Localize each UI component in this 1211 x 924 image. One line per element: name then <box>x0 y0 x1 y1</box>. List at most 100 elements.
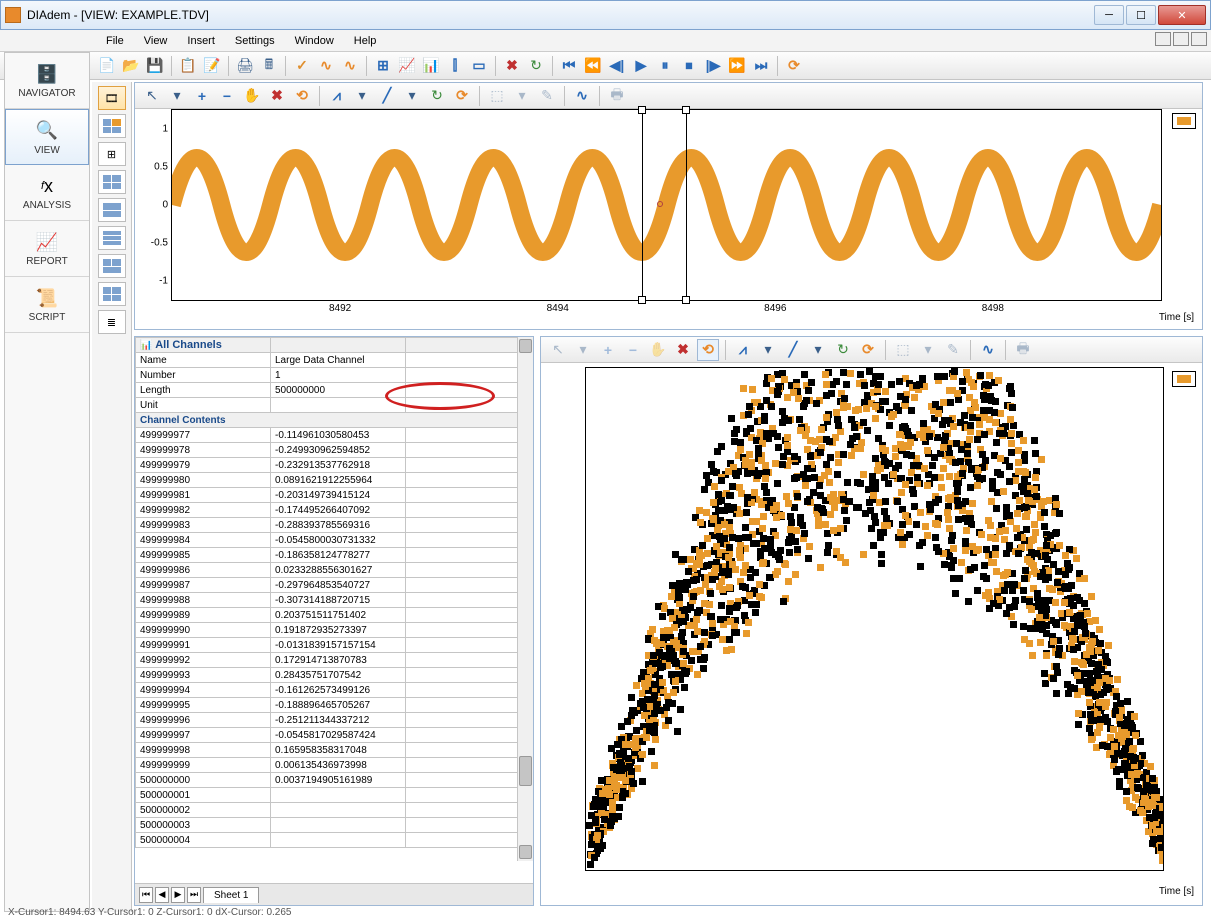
menu-help[interactable]: Help <box>344 32 387 50</box>
forward-icon[interactable]: ⏩ <box>726 55 748 77</box>
select-dropdown-icon[interactable]: ▾ <box>917 339 939 361</box>
line-dropdown-icon[interactable]: ▾ <box>807 339 829 361</box>
properties-icon[interactable]: 📝 <box>201 55 223 77</box>
last-icon[interactable]: ⏭ <box>750 55 772 77</box>
cursor-dropdown-icon[interactable]: ▾ <box>572 339 594 361</box>
sheet-tab[interactable]: Sheet 1 <box>203 887 259 903</box>
curve-prop-icon[interactable]: ∿ <box>977 339 999 361</box>
peak-icon[interactable]: ⩘ <box>326 85 348 107</box>
curve-tool2-icon[interactable]: ∿ <box>339 55 361 77</box>
table-row[interactable]: 499999979-0.232913537762918 <box>136 458 533 473</box>
table-row[interactable]: 499999988-0.307314188720715 <box>136 593 533 608</box>
peak-dropdown-icon[interactable]: ▾ <box>351 85 373 107</box>
mdi-minimize-button[interactable] <box>1155 32 1171 46</box>
line-tool-icon[interactable]: ╱ <box>376 85 398 107</box>
close-button[interactable]: ✕ <box>1158 5 1206 25</box>
sync-icon[interactable]: ↻ <box>832 339 854 361</box>
layout-list-icon[interactable]: ≣ <box>98 310 126 334</box>
sync-icon[interactable]: ↻ <box>426 85 448 107</box>
print-chart-icon[interactable]: 🖶 <box>606 85 628 107</box>
table-row[interactable]: 499999977-0.114961030580453 <box>136 428 533 443</box>
layout-2col-icon[interactable] <box>98 170 126 194</box>
cursor-dropdown-icon[interactable]: ▾ <box>166 85 188 107</box>
table-row[interactable]: 499999994-0.161262573499126 <box>136 683 533 698</box>
strip-film-icon[interactable]: 🎞 <box>98 86 126 110</box>
nav-report[interactable]: 📈 REPORT <box>5 221 89 277</box>
cursor-tool-icon[interactable]: ✓ <box>291 55 313 77</box>
chart-grid-icon[interactable]: ⊞ <box>372 55 394 77</box>
zoom-in-icon[interactable]: + <box>191 85 213 107</box>
menu-file[interactable]: File <box>96 32 134 50</box>
window-icon[interactable]: ▭ <box>468 55 490 77</box>
layout-1x1-icon[interactable] <box>98 114 126 138</box>
zoom-out-icon[interactable]: − <box>216 85 238 107</box>
play-icon[interactable]: ▶ <box>630 55 652 77</box>
nav-script[interactable]: 📜 SCRIPT <box>5 277 89 333</box>
maximize-button[interactable]: ☐ <box>1126 5 1156 25</box>
layout-3row-icon[interactable] <box>98 226 126 250</box>
select-tool-icon[interactable]: ⬚ <box>892 339 914 361</box>
table-row[interactable]: 4999999800.0891621912255964 <box>136 473 533 488</box>
peak-icon[interactable]: ⩘ <box>732 339 754 361</box>
mdi-close-button[interactable] <box>1191 32 1207 46</box>
line-tool-icon[interactable]: ╱ <box>782 339 804 361</box>
table-row[interactable]: 4999999860.0233288556301627 <box>136 563 533 578</box>
legend[interactable] <box>1172 371 1196 387</box>
pan-icon[interactable]: ✋ <box>647 339 669 361</box>
table-row[interactable]: 4999999890.203751511751402 <box>136 608 533 623</box>
print-chart-icon[interactable]: 🖶 <box>1012 339 1034 361</box>
table-row[interactable]: 499999995-0.188896465705267 <box>136 698 533 713</box>
table-row[interactable]: 499999996-0.251211344337212 <box>136 713 533 728</box>
table-row[interactable]: 500000001 <box>136 788 533 803</box>
sheet-first-icon[interactable]: ⏮ <box>139 887 153 903</box>
cycle-icon[interactable]: ⟳ <box>451 85 473 107</box>
select-tool-icon[interactable]: ⬚ <box>486 85 508 107</box>
table-row[interactable]: 499999984-0.0545800030731332 <box>136 533 533 548</box>
cursor-mode-icon[interactable]: ↖ <box>547 339 569 361</box>
menu-insert[interactable]: Insert <box>177 32 225 50</box>
layout-table-icon[interactable]: ⊞ <box>98 142 126 166</box>
scatter-chart-area[interactable]: 1.2 1 0.8 0.6 0.4 8494.65 8494.7 8494.75… <box>585 367 1164 871</box>
table-row[interactable]: 499999987-0.297964853540727 <box>136 578 533 593</box>
step-fwd-icon[interactable]: |▶ <box>702 55 724 77</box>
step-back-icon[interactable]: ◀| <box>606 55 628 77</box>
sheet-next-icon[interactable]: ▶ <box>171 887 185 903</box>
clear-icon[interactable]: ✖ <box>672 339 694 361</box>
table-row[interactable]: 499999983-0.288393785569316 <box>136 518 533 533</box>
cursor-mode-icon[interactable]: ↖ <box>141 85 163 107</box>
picker-icon[interactable]: ✎ <box>942 339 964 361</box>
table-row[interactable]: 499999982-0.174495266407092 <box>136 503 533 518</box>
peak-dropdown-icon[interactable]: ▾ <box>757 339 779 361</box>
print-icon[interactable]: 🖨 <box>234 55 256 77</box>
cursor-left[interactable] <box>642 110 643 300</box>
delete-icon[interactable]: ✖ <box>501 55 523 77</box>
select-dropdown-icon[interactable]: ▾ <box>511 85 533 107</box>
cycle-icon[interactable]: ⟳ <box>857 339 879 361</box>
sheet-prev-icon[interactable]: ◀ <box>155 887 169 903</box>
calculator-icon[interactable]: 🖩 <box>258 55 280 77</box>
legend[interactable] <box>1172 113 1196 129</box>
table-row[interactable]: 500000003 <box>136 818 533 833</box>
first-icon[interactable]: ⏮ <box>558 55 580 77</box>
save-icon[interactable]: 💾 <box>144 55 166 77</box>
line-dropdown-icon[interactable]: ▾ <box>401 85 423 107</box>
record-icon[interactable]: ⟳ <box>783 55 805 77</box>
mdi-restore-button[interactable] <box>1173 32 1189 46</box>
open-icon[interactable]: 📂 <box>120 55 142 77</box>
table-row[interactable]: 4999999930.28435751707542 <box>136 668 533 683</box>
table-row[interactable]: 499999997-0.0545817029587424 <box>136 728 533 743</box>
sheet-last-icon[interactable]: ⏭ <box>187 887 201 903</box>
table-row[interactable]: 499999978-0.249930962594852 <box>136 443 533 458</box>
top-chart-area[interactable]: 1 0.5 0 -0.5 -1 8492 8494 8496 8498 <box>171 109 1162 301</box>
layout-2row-icon[interactable] <box>98 198 126 222</box>
picker-icon[interactable]: ✎ <box>536 85 558 107</box>
table-row[interactable]: 500000004 <box>136 833 533 848</box>
reset-zoom-icon[interactable]: ⟲ <box>291 85 313 107</box>
menu-settings[interactable]: Settings <box>225 32 285 50</box>
all-channels-header[interactable]: 📊 All Channels <box>136 338 271 353</box>
minimize-button[interactable]: ─ <box>1094 5 1124 25</box>
nav-navigator[interactable]: 🗄️ NAVIGATOR <box>5 53 89 109</box>
pause-icon[interactable]: ⏸ <box>654 55 676 77</box>
layout-4-icon[interactable] <box>98 282 126 306</box>
clear-icon[interactable]: ✖ <box>266 85 288 107</box>
